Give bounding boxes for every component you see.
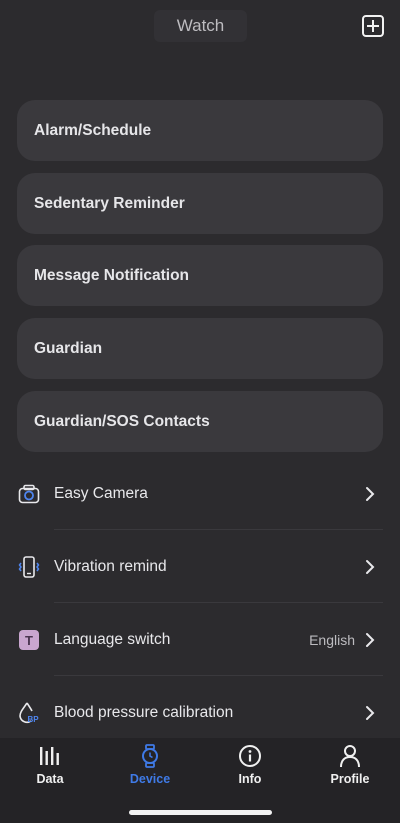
tab-profile[interactable]: Profile: [300, 738, 400, 798]
watch-icon: [142, 744, 158, 768]
tab-data[interactable]: Data: [0, 738, 100, 798]
row-label: Blood pressure calibration: [54, 703, 234, 721]
tab-label: Device: [129, 772, 171, 786]
card-label: Guardian/SOS Contacts: [34, 412, 210, 430]
card-label: Alarm/Schedule: [34, 121, 152, 139]
row-label: Vibration remind: [54, 557, 167, 575]
svg-text:T: T: [25, 633, 33, 648]
chevron-right-icon: [366, 632, 375, 647]
card-label: Sedentary Reminder: [34, 194, 185, 212]
card-message-notification[interactable]: Message Notification: [17, 245, 383, 306]
card-guardian-sos-contacts[interactable]: Guardian/SOS Contacts: [17, 391, 383, 452]
card-alarm-schedule[interactable]: Alarm/Schedule: [17, 100, 383, 161]
page-title: Watch: [154, 10, 247, 42]
camera-icon: [17, 482, 41, 506]
tab-label: Profile: [330, 772, 370, 786]
person-icon: [340, 745, 360, 768]
tab-device[interactable]: Device: [100, 738, 200, 798]
card-label: Message Notification: [34, 266, 190, 284]
blood-pressure-icon: BP: [17, 701, 41, 725]
language-t-icon: T: [17, 628, 41, 652]
card-guardian[interactable]: Guardian: [17, 318, 383, 379]
chevron-right-icon: [366, 559, 375, 574]
row-language-switch[interactable]: T Language switch English: [17, 603, 383, 676]
row-vibration-remind[interactable]: Vibration remind: [17, 530, 383, 603]
home-indicator[interactable]: [129, 810, 272, 815]
card-sedentary-reminder[interactable]: Sedentary Reminder: [17, 173, 383, 234]
info-icon: [239, 745, 261, 767]
tab-info[interactable]: Info: [200, 738, 300, 798]
bars-icon: [40, 747, 59, 765]
row-label: Easy Camera: [54, 484, 148, 502]
current-language: English: [309, 631, 355, 648]
add-device-button[interactable]: [362, 15, 384, 37]
tab-label: Data: [36, 772, 64, 786]
svg-text:BP: BP: [27, 715, 39, 724]
row-easy-camera[interactable]: Easy Camera: [17, 457, 383, 530]
chevron-right-icon: [366, 486, 375, 501]
chevron-right-icon: [366, 705, 375, 720]
card-label: Guardian: [34, 339, 103, 357]
tab-label: Info: [238, 772, 262, 786]
header: Watch: [0, 0, 400, 60]
row-label: Language switch: [54, 630, 171, 648]
vibration-phone-icon: [17, 555, 41, 579]
